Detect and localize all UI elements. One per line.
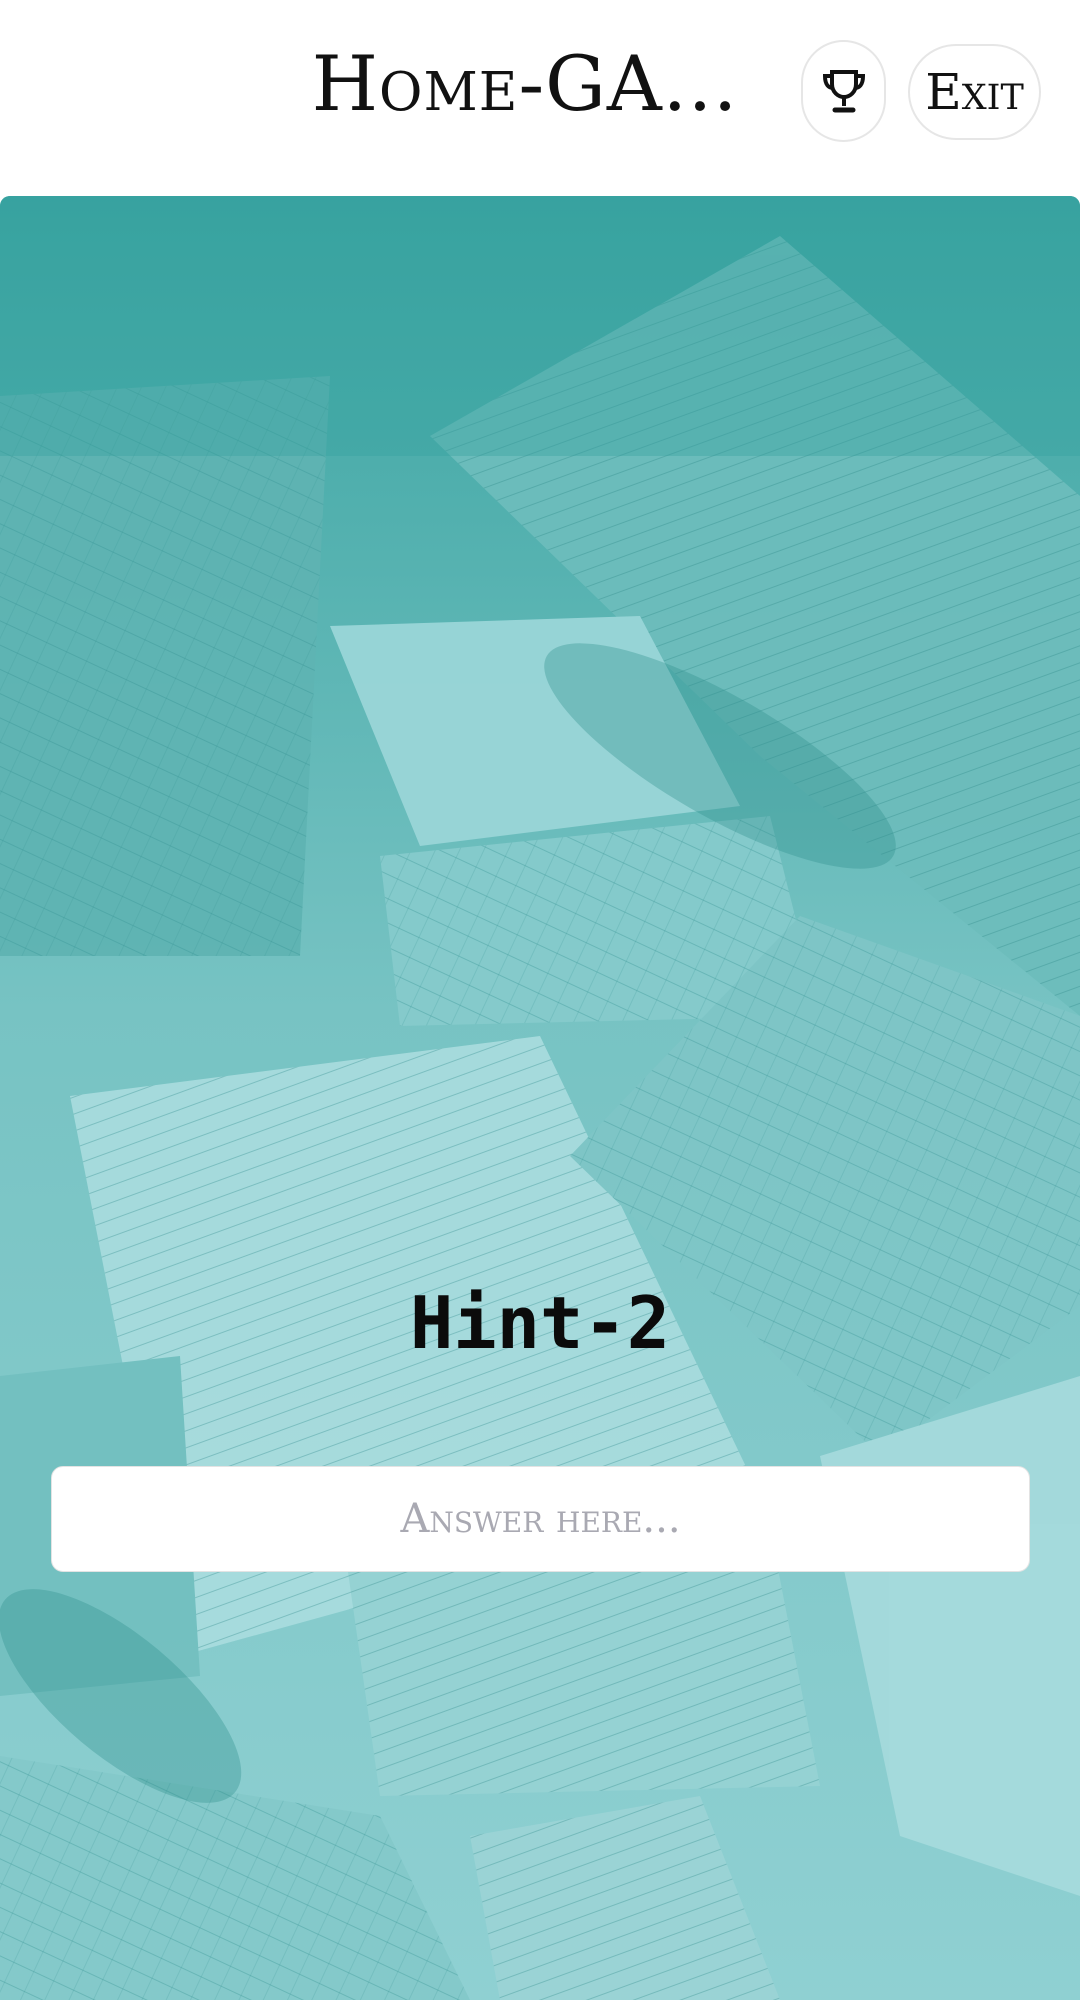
trophy-icon	[822, 70, 865, 113]
hint-title: Hint-2	[409, 1281, 671, 1365]
page-title: Home-GA...	[311, 39, 739, 128]
exit-button[interactable]: Exit	[908, 44, 1041, 140]
app-header: Home-GA... Exit	[0, 0, 1080, 196]
leaderboard-button[interactable]	[801, 40, 886, 142]
answer-input[interactable]	[51, 1466, 1030, 1572]
hint-card: Hint-2	[0, 196, 1080, 2000]
map-background-image	[0, 196, 1080, 2000]
